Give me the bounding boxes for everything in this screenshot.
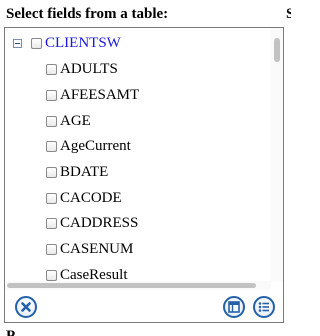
field-label[interactable]: AFEESAMT [60, 87, 139, 104]
field-label[interactable]: CASENUM [60, 241, 133, 258]
tree-viewport[interactable]: CLIENTSW ADULTS AFEESAMT AGE AgeCurrent BDAT… [5, 28, 271, 281]
field-checkbox[interactable] [46, 218, 57, 230]
field-label[interactable]: CaseResult [60, 267, 128, 281]
table-view-button[interactable] [223, 296, 245, 318]
cancel-button[interactable] [15, 296, 37, 318]
field-checkbox[interactable] [46, 192, 57, 204]
field-checkbox[interactable] [46, 244, 57, 256]
field-item[interactable]: CACODE [46, 185, 139, 211]
field-item[interactable]: ADULTS [46, 57, 139, 83]
field-item[interactable]: AGE [46, 108, 139, 134]
tree-toolbar [5, 290, 283, 322]
field-tree-panel: CLIENTSW ADULTS AFEESAMT AGE AgeCurrent BDAT… [4, 27, 284, 323]
field-item[interactable]: CADDRESS [46, 211, 139, 237]
field-label[interactable]: BDATE [60, 164, 108, 181]
field-item[interactable]: BDATE [46, 160, 139, 186]
field-item[interactable]: AgeCurrent [46, 134, 139, 160]
field-checkbox[interactable] [46, 64, 57, 76]
collapse-toggle-icon[interactable] [13, 38, 22, 48]
field-item[interactable]: AFEESAMT [46, 83, 139, 109]
field-checkbox[interactable] [46, 90, 57, 102]
vertical-scrollbar[interactable] [271, 28, 283, 281]
field-label[interactable]: CADDRESS [60, 215, 138, 232]
close-circle-icon [21, 302, 31, 312]
horizontal-scrollbar[interactable] [5, 281, 271, 290]
field-label[interactable]: ADULTS [60, 61, 118, 78]
vertical-scroll-thumb[interactable] [274, 38, 280, 62]
field-label[interactable]: AGE [60, 113, 91, 130]
list-view-icon [258, 302, 269, 312]
field-item[interactable]: CaseResult [46, 263, 139, 281]
field-label[interactable]: AgeCurrent [60, 138, 131, 155]
table-view-icon [228, 301, 240, 313]
dialog-title: Select fields from a table: [6, 6, 169, 22]
field-list: ADULTS AFEESAMT AGE AgeCurrent BDATE CACODE CA… [46, 57, 139, 281]
horizontal-scroll-thumb[interactable] [7, 283, 256, 288]
field-selector-dialog: Select fields from a table: CLIENTSW ADU… [0, 0, 291, 336]
next-section-heading: P [6, 328, 16, 336]
field-label[interactable]: CACODE [60, 190, 122, 207]
tree-root-label[interactable]: CLIENTSW [45, 35, 121, 52]
field-checkbox[interactable] [46, 115, 57, 127]
field-item[interactable]: CASENUM [46, 237, 139, 263]
adjacent-panel-edge-text: S [286, 6, 291, 20]
root-checkbox[interactable] [31, 37, 42, 49]
tree-root-row[interactable]: CLIENTSW [5, 32, 121, 54]
list-view-button[interactable] [253, 296, 275, 318]
field-checkbox[interactable] [46, 167, 57, 179]
field-checkbox[interactable] [46, 269, 57, 281]
field-checkbox[interactable] [46, 141, 57, 153]
